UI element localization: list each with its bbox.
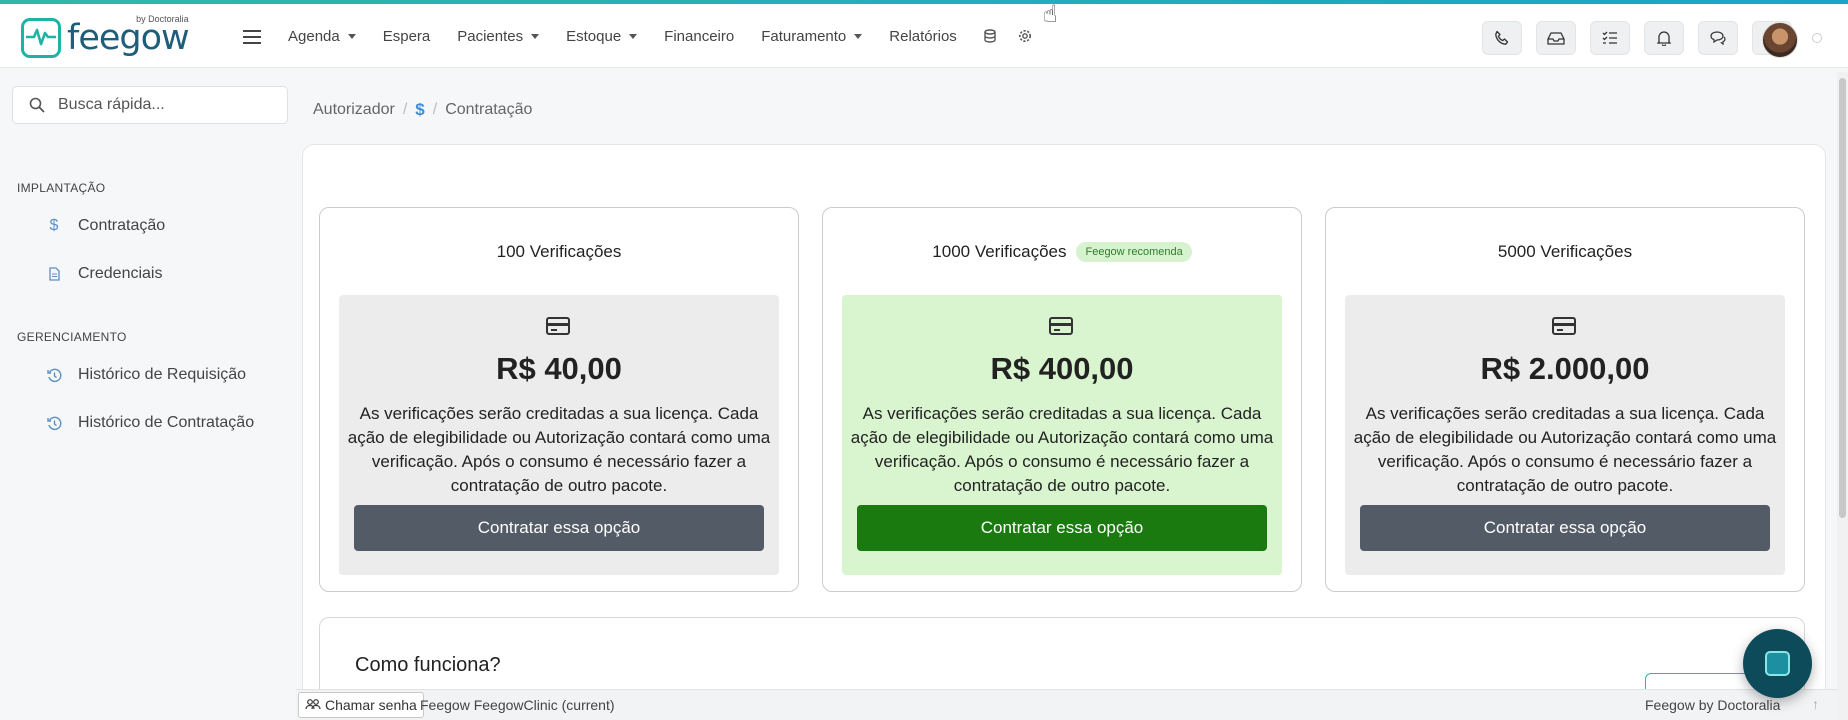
phone-icon[interactable] (1482, 21, 1522, 55)
how-it-works-title: Como funciona? (355, 654, 501, 676)
chevron-down-icon (629, 33, 638, 39)
nav-pacientes[interactable]: Pacientes (457, 28, 540, 45)
pointer-cursor-icon: ☝ (1043, 1, 1058, 28)
arrow-up-icon[interactable]: ↑ (1812, 696, 1819, 712)
scrollbar-thumb[interactable] (1839, 78, 1846, 518)
sidebar-item-label: Contratação (78, 217, 166, 234)
credit-card-icon (546, 317, 570, 335)
version-text: Feegow FeegowClinic (current) (420, 697, 615, 713)
menu-toggle-icon[interactable] (243, 30, 261, 44)
inbox-icon[interactable] (1536, 21, 1576, 55)
document-icon (46, 267, 62, 281)
plan-card-recommended: 1000 Verificações Feegow recomenda R$ 40… (822, 207, 1302, 592)
chat-widget-icon (1765, 651, 1790, 676)
sidebar-section-title: GERENCIAMENTO (17, 330, 127, 344)
nav-relatorios[interactable]: Relatórios (889, 28, 957, 45)
sidebar-item-historico-contratacao[interactable]: Histórico de Contratação (46, 414, 254, 432)
chat-widget-button[interactable] (1743, 629, 1812, 698)
plan-card: 100 Verificações R$ 40,00 As verificaçõe… (319, 207, 799, 592)
plan-price: R$ 400,00 (990, 351, 1134, 386)
sidebar-section-title: IMPLANTAÇÃO (17, 181, 106, 195)
contract-plan-button[interactable]: Contratar essa opção (354, 505, 764, 551)
chevron-down-icon (531, 33, 540, 39)
breadcrumb: Autorizador / $ / Contratação (313, 100, 532, 120)
settings-icon[interactable] (1018, 29, 1032, 43)
breadcrumb-root[interactable]: Autorizador (313, 101, 395, 119)
user-avatar[interactable] (1762, 22, 1798, 58)
database-icon[interactable] (984, 29, 996, 43)
sidebar-item-historico-requisicao[interactable]: Histórico de Requisição (46, 366, 246, 384)
plan-title: 100 Verificações (496, 242, 622, 261)
recommended-badge: Feegow recomenda (1076, 242, 1192, 262)
logo-text: feegow by Doctoralia (67, 13, 190, 58)
plan-price: R$ 2.000,00 (1480, 351, 1650, 386)
breadcrumb-separator: / (402, 101, 408, 118)
plan-price: R$ 40,00 (496, 351, 622, 386)
breadcrumb-separator: / (432, 101, 438, 118)
search-placeholder: Busca rápida... (58, 96, 165, 113)
contract-plan-button[interactable]: Contratar essa opção (1360, 505, 1770, 551)
status-footer: Chamar senha Feegow FeegowClinic (curren… (296, 689, 1848, 720)
credit-card-icon (1049, 317, 1073, 335)
nav-espera[interactable]: Espera (383, 28, 431, 45)
users-icon (305, 698, 321, 713)
contract-plan-button[interactable]: Contratar essa opção (857, 505, 1267, 551)
history-icon (46, 368, 62, 383)
history-icon (46, 416, 62, 431)
call-ticket-label: Chamar senha (325, 697, 417, 713)
nav-financeiro[interactable]: Financeiro (664, 28, 734, 45)
search-icon (29, 97, 45, 113)
checklist-icon[interactable] (1590, 21, 1630, 55)
plan-title: 1000 Verificações Feegow recomenda (823, 242, 1301, 262)
dollar-icon: $ (49, 217, 59, 234)
chevron-down-icon (347, 33, 356, 39)
sidebar-item-credenciais[interactable]: Credenciais (46, 265, 162, 283)
page-scrollbar[interactable] (1837, 72, 1848, 720)
main-nav: Agenda Espera Pacientes Estoque Financei… (288, 4, 1054, 68)
plan-body: R$ 40,00 As verificações serão creditada… (339, 295, 779, 575)
plan-body: R$ 2.000,00 As verificações serão credit… (1345, 295, 1785, 575)
nav-faturamento[interactable]: Faturamento (761, 28, 863, 45)
logo-mark-icon (21, 18, 61, 58)
footer-brand: Feegow by Doctoralia (1645, 697, 1781, 713)
feegow-logo[interactable]: feegow by Doctoralia (21, 13, 190, 58)
sidebar-item-label: Histórico de Contratação (78, 414, 255, 431)
top-header: feegow by Doctoralia Agenda Espera Pacie… (0, 4, 1848, 68)
chat-icon[interactable] (1698, 21, 1738, 55)
plan-title: 5000 Verificações (1497, 242, 1633, 261)
credit-card-icon (1552, 317, 1576, 335)
sidebar-item-label: Histórico de Requisição (78, 366, 247, 383)
sidebar-item-label: Credenciais (78, 265, 163, 282)
plan-description: As verificações serão creditadas a sua l… (1353, 404, 1777, 495)
dollar-icon: $ (415, 100, 425, 119)
sidebar-item-contratacao[interactable]: $ Contratação (46, 217, 166, 235)
quick-search-input[interactable]: Busca rápida... (12, 86, 288, 124)
call-ticket-button[interactable]: Chamar senha (298, 692, 424, 718)
nav-estoque[interactable]: Estoque (566, 28, 638, 45)
plan-description: As verificações serão creditadas a sua l… (347, 404, 771, 495)
plan-card: 5000 Verificações R$ 2.000,00 As verific… (1325, 207, 1805, 592)
breadcrumb-current: Contratação (445, 101, 533, 118)
bell-icon[interactable] (1644, 21, 1684, 55)
plan-description: As verificações serão creditadas a sua l… (850, 404, 1274, 495)
nav-agenda[interactable]: Agenda (288, 28, 356, 45)
chevron-down-icon (854, 33, 863, 39)
status-indicator (1812, 33, 1822, 43)
plan-body: R$ 400,00 As verificações serão creditad… (842, 295, 1282, 575)
logo-by-text: by Doctoralia (136, 13, 189, 24)
